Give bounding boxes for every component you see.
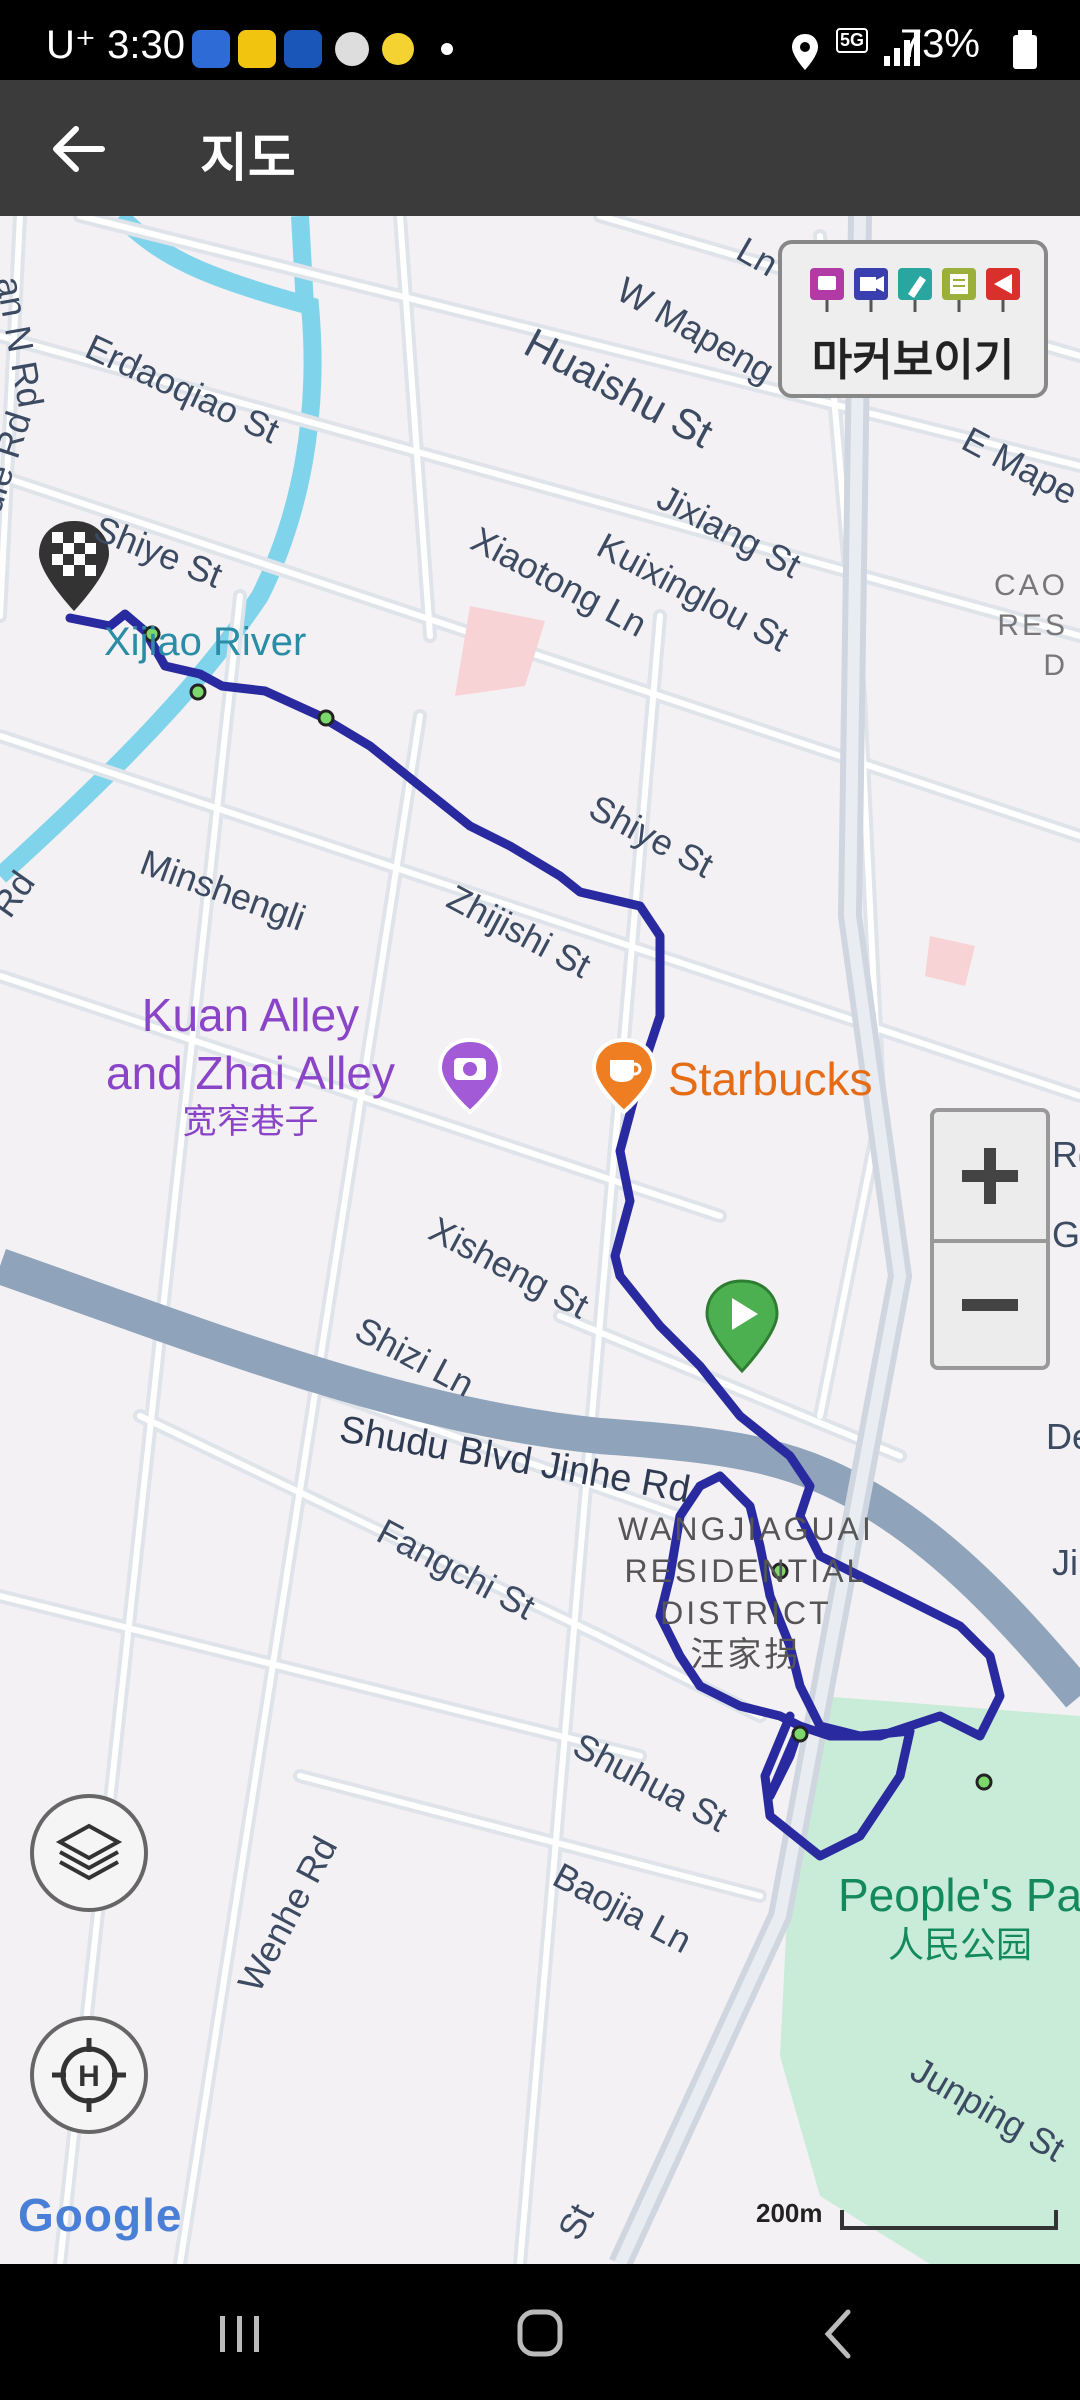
scale-label: 200m xyxy=(756,2198,823,2228)
marker-icons xyxy=(810,268,1020,312)
district-line1: WANGJIAGUAI xyxy=(618,1511,874,1547)
network-5g: 5G xyxy=(836,28,869,53)
system-nav-bar xyxy=(0,2264,1080,2400)
video-icon xyxy=(854,268,888,312)
poi-kuan-cn: 宽窄巷子 xyxy=(182,1103,319,1141)
park-label: People's Pa 人民公园 xyxy=(838,1870,1080,1970)
street-label: Ji xyxy=(1052,1542,1078,1583)
page-title: 지도 xyxy=(200,130,296,188)
svg-text:H: H xyxy=(78,2060,100,2093)
pen-icon xyxy=(898,268,932,312)
battery-percent: 73% xyxy=(899,22,980,66)
river-label: Xijiao River xyxy=(104,620,307,664)
layers-icon xyxy=(55,1823,123,1881)
status-dot xyxy=(441,43,453,55)
zoom-out-button[interactable] xyxy=(934,1243,1046,1370)
note-icon xyxy=(942,268,976,312)
status-app-icons xyxy=(192,30,414,68)
street-label: Rd xyxy=(1052,1134,1080,1175)
google-logo-text: Google xyxy=(18,2189,183,2241)
plus-icon xyxy=(962,1148,1018,1204)
location-icon xyxy=(792,34,818,70)
poi-kuan-alley[interactable]: Kuan Alley and Zhai Alley 宽窄巷子 xyxy=(106,986,395,1142)
flag-icon xyxy=(986,268,1020,312)
battery-icon xyxy=(1013,30,1037,69)
home-locate-icon: H xyxy=(52,2038,126,2112)
marker-toggle-button[interactable]: 마커보이기 xyxy=(778,240,1048,398)
zoom-in-button[interactable] xyxy=(934,1112,1046,1239)
area-line1: CAO xyxy=(994,569,1069,602)
home-button[interactable] xyxy=(490,2294,590,2374)
status-bar: U⁺ 3:30 5G 73% xyxy=(0,0,1080,80)
district-label: WANGJIAGUAI RESIDENTIAL DISTRICT 汪家拐 xyxy=(618,1508,874,1676)
district-line2: RESIDENTIAL xyxy=(624,1553,868,1589)
park-cn: 人民公园 xyxy=(888,1924,1033,1965)
street-label: G xyxy=(1052,1214,1080,1255)
street-label: De xyxy=(1046,1416,1080,1457)
google-logo: Google xyxy=(18,2188,182,2242)
layers-button[interactable] xyxy=(30,1794,148,1912)
marker-toggle-label: 마커보이기 xyxy=(811,336,1015,385)
home-locate-button[interactable]: H xyxy=(30,2016,148,2134)
area-line3: D xyxy=(1043,649,1069,682)
district-cn: 汪家拐 xyxy=(690,1636,802,1674)
district-line3: DISTRICT xyxy=(660,1595,832,1631)
scale-line xyxy=(840,2210,1058,2230)
poi-kuan-line1: Kuan Alley xyxy=(141,989,360,1041)
scale-bar: 200m xyxy=(756,2198,1066,2238)
cafe-icon[interactable] xyxy=(588,1036,660,1116)
recent-apps-button[interactable] xyxy=(190,2294,290,2374)
status-time: U⁺ 3:30 xyxy=(46,23,185,67)
area-label: CAO RES D xyxy=(994,566,1068,686)
minus-icon xyxy=(962,1299,1018,1311)
start-marker-icon[interactable] xyxy=(702,1276,782,1376)
poi-kuan-line2: and Zhai Alley xyxy=(106,1047,395,1099)
park-name: People's Pa xyxy=(838,1869,1080,1921)
app-bar: 지도 xyxy=(0,80,1080,216)
back-button[interactable] xyxy=(44,114,114,184)
poi-starbucks[interactable]: Starbucks xyxy=(668,1052,873,1106)
map-view[interactable]: an N Rd Erdaoqiao St Middle Rd Shiye St … xyxy=(0,216,1080,2264)
zoom-controls xyxy=(930,1108,1050,1370)
back-nav-button[interactable] xyxy=(790,2294,890,2374)
area-line2: RES xyxy=(997,609,1069,642)
camera-icon xyxy=(810,268,844,312)
camera-poi-icon[interactable] xyxy=(434,1036,506,1116)
